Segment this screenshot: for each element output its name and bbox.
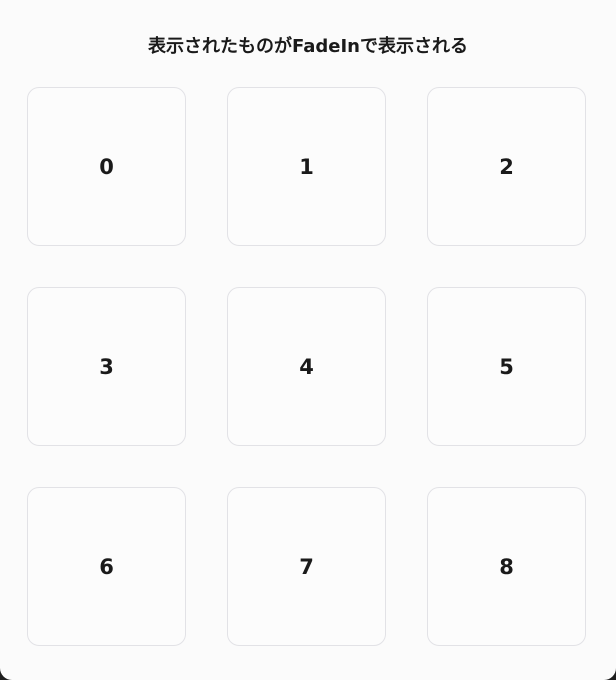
card-label: 5: [499, 354, 514, 379]
grid-card-3: 3: [27, 287, 186, 446]
grid-card-6: 6: [27, 487, 186, 646]
card-label: 8: [499, 554, 514, 579]
page-title: 表示されたものがFadeInで表示される: [148, 36, 468, 57]
card-label: 6: [99, 554, 114, 579]
grid-card-0: 0: [27, 87, 186, 246]
grid-card-7: 7: [227, 487, 386, 646]
card-label: 7: [299, 554, 314, 579]
grid-card-4: 4: [227, 287, 386, 446]
card-label: 4: [299, 354, 314, 379]
card-label: 1: [299, 154, 314, 179]
page-panel: 表示されたものがFadeInで表示される 0 1 2 3 4 5 6 7 8: [0, 0, 616, 680]
card-label: 3: [99, 354, 114, 379]
grid-card-5: 5: [427, 287, 586, 446]
grid-card-2: 2: [427, 87, 586, 246]
card-label: 0: [99, 154, 114, 179]
grid-card-8: 8: [427, 487, 586, 646]
card-label: 2: [499, 154, 514, 179]
card-grid: 0 1 2 3 4 5 6 7 8: [27, 87, 586, 646]
grid-card-1: 1: [227, 87, 386, 246]
